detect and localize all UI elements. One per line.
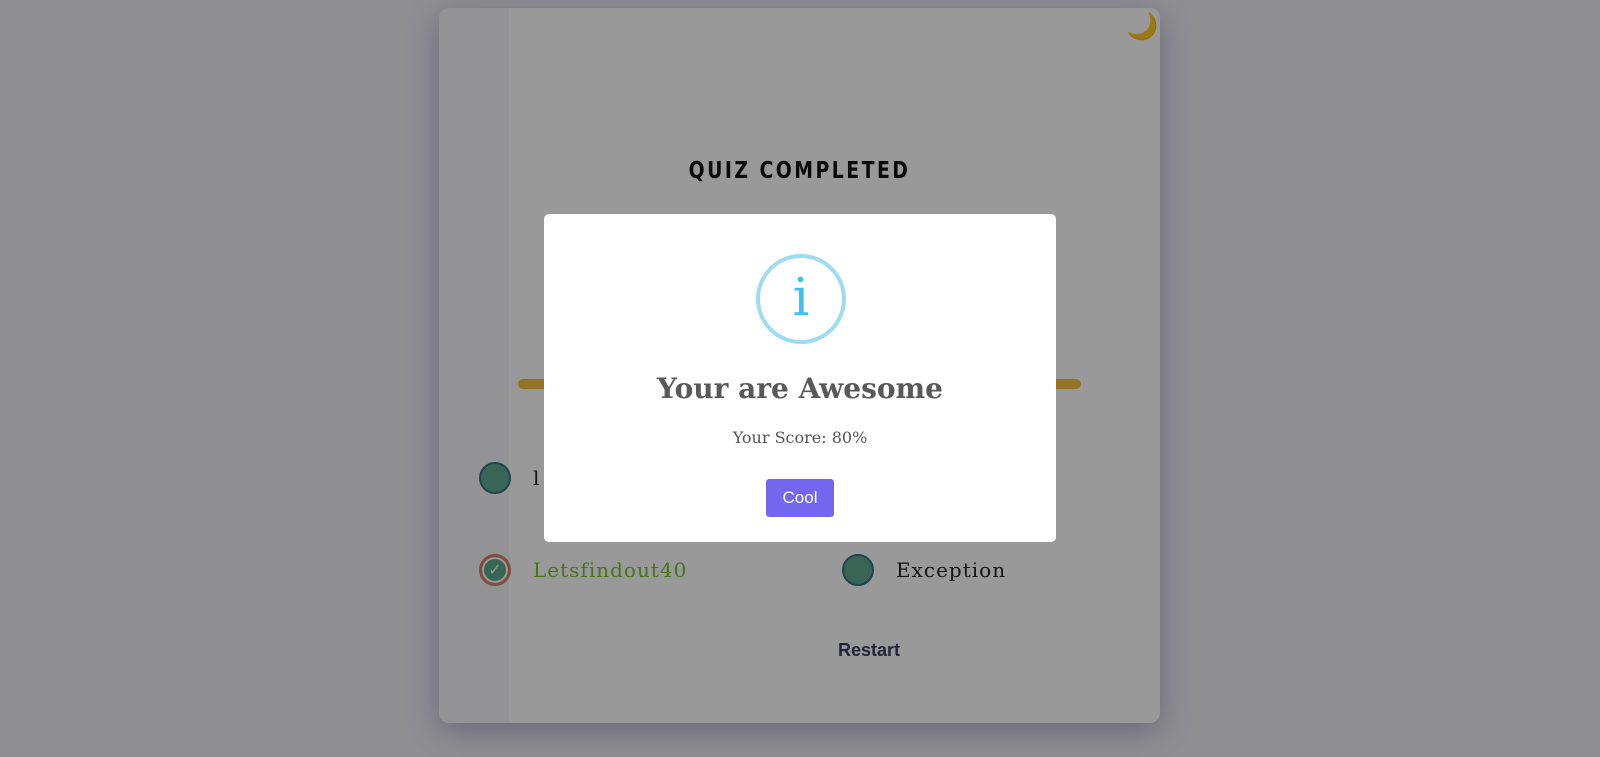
score-text: Your Score: 80% [732, 428, 868, 447]
confirm-button[interactable]: Cool [766, 479, 834, 517]
info-glyph: i [792, 268, 810, 328]
info-icon: i [756, 254, 846, 344]
result-dialog: i Your are Awesome Your Score: 80% Cool [544, 214, 1056, 542]
dialog-title: Your are Awesome [657, 372, 943, 405]
